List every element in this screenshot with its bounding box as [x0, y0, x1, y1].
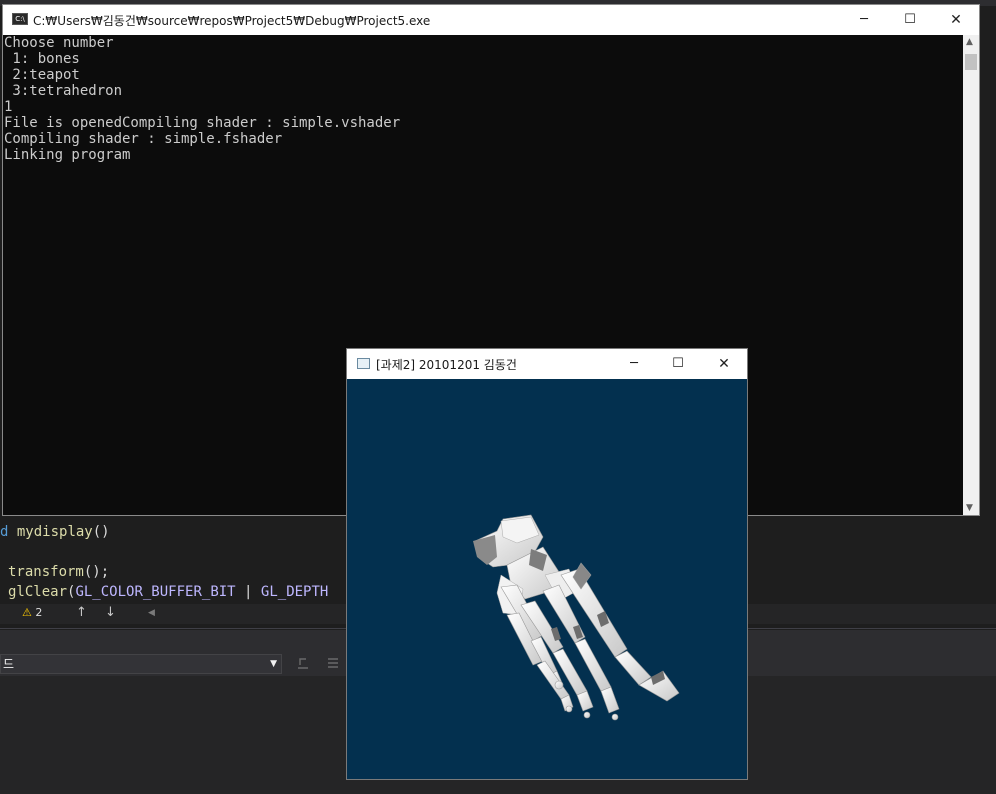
- previous-issue-icon[interactable]: ↑: [76, 605, 87, 620]
- scroll-left-icon[interactable]: ◀: [148, 608, 155, 618]
- code-text: |: [235, 584, 261, 600]
- console-title: C:₩Users₩김동건₩source₩repos₩Project5₩Debug…: [33, 14, 431, 28]
- code-text: (): [92, 524, 110, 540]
- console-line: 1: [4, 99, 13, 115]
- warning-icon: ⚠: [22, 606, 32, 619]
- opengl-app-icon: [357, 358, 370, 369]
- scroll-down-icon[interactable]: ▼: [966, 503, 973, 513]
- warning-count: 2: [35, 606, 43, 619]
- console-line: Compiling shader : simple.fshader: [4, 131, 283, 147]
- close-icon[interactable]: ✕: [933, 5, 979, 35]
- maximize-icon[interactable]: ☐: [887, 5, 933, 35]
- console-app-icon: C:\: [12, 13, 28, 25]
- code-function: glClear: [8, 584, 68, 600]
- console-line: 3:tetrahedron: [4, 83, 123, 99]
- opengl-canvas[interactable]: [347, 379, 747, 779]
- goto-line-icon[interactable]: [296, 656, 310, 674]
- code-line-4: glClear(GL_COLOR_BUFFER_BIT | GL_DEPTH: [8, 584, 328, 600]
- code-macro: GL_COLOR_BUFFER_BIT: [75, 584, 236, 600]
- code-function: transform: [8, 564, 84, 580]
- scroll-up-icon[interactable]: ▲: [966, 37, 973, 47]
- code-text: ();: [83, 564, 110, 580]
- console-line: 1: bones: [4, 51, 80, 67]
- console-line: Linking program: [4, 147, 131, 163]
- code-macro: GL_DEPTH: [260, 584, 329, 600]
- warning-indicator[interactable]: ⚠ 2: [22, 606, 42, 619]
- maximize-icon[interactable]: ☐: [655, 349, 701, 379]
- output-source-dropdown[interactable]: 드 ▼: [0, 654, 282, 674]
- dropdown-value: 드: [3, 657, 15, 671]
- code-line-1: d mydisplay(): [0, 524, 110, 540]
- foot-skeleton-render: [473, 514, 680, 721]
- console-titlebar[interactable]: C:\ C:₩Users₩김동건₩source₩repos₩Project5₩D…: [3, 5, 979, 35]
- code-function: mydisplay: [16, 524, 93, 540]
- minimize-icon[interactable]: ─: [611, 349, 657, 379]
- close-icon[interactable]: ✕: [701, 349, 747, 379]
- chevron-down-icon: ▼: [270, 659, 277, 669]
- minimize-icon[interactable]: ─: [841, 5, 887, 35]
- console-line: File is openedCompiling shader : simple.…: [4, 115, 401, 131]
- console-scrollbar[interactable]: ▲ ▼: [963, 35, 979, 515]
- code-keyword: d: [0, 524, 9, 540]
- scroll-thumb[interactable]: [965, 54, 977, 70]
- next-issue-icon[interactable]: ↓: [105, 605, 116, 620]
- code-line-3: transform();: [8, 564, 109, 580]
- console-line: Choose number: [4, 35, 114, 51]
- opengl-titlebar[interactable]: [과제2] 20101201 김동건 ─ ☐ ✕: [347, 349, 747, 379]
- opengl-window[interactable]: [과제2] 20101201 김동건 ─ ☐ ✕: [346, 348, 748, 780]
- opengl-title: [과제2] 20101201 김동건: [376, 358, 517, 372]
- console-line: 2:teapot: [4, 67, 80, 83]
- clear-all-icon[interactable]: [326, 656, 340, 674]
